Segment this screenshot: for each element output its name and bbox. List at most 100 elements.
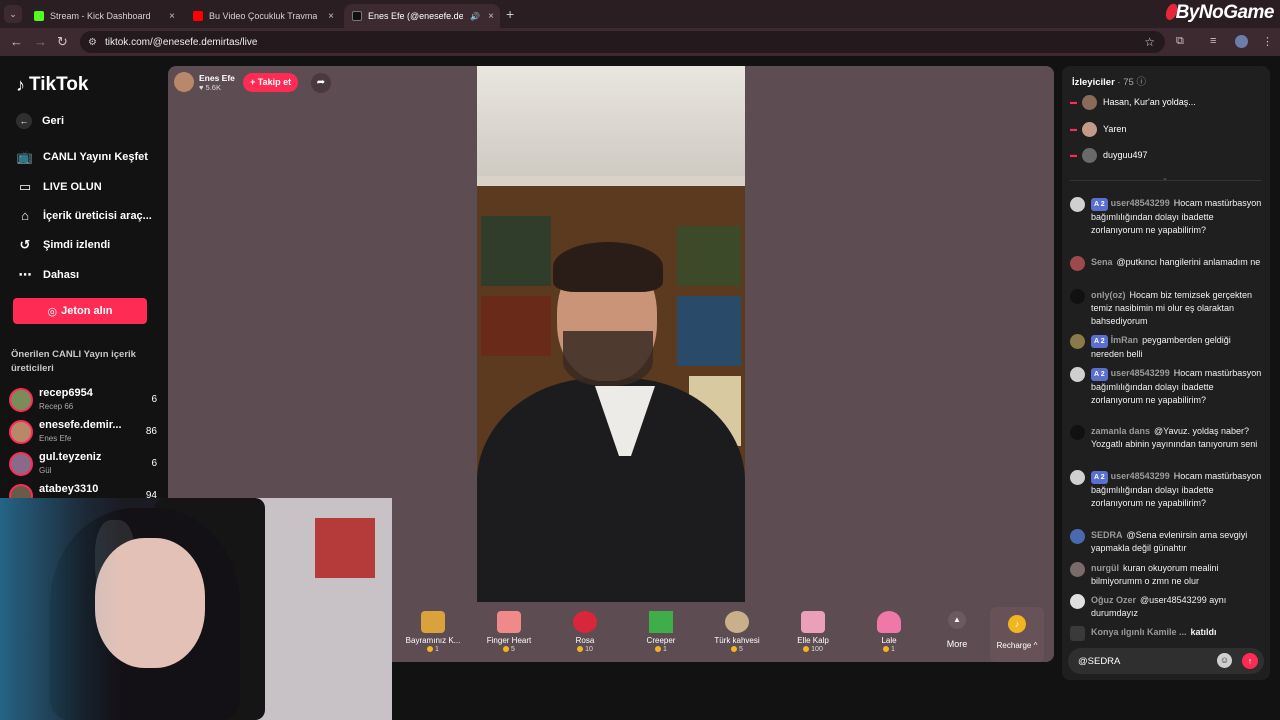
avatar[interactable]	[1070, 425, 1085, 440]
gift-elle-kalp[interactable]: Elle Kalp 100	[778, 611, 848, 659]
browser-tab-youtube[interactable]: Bu Video Çocukluk Travmamdı ×	[185, 4, 340, 28]
chat-text: @putkıncı hangilerini anlamadım ne	[1116, 257, 1261, 267]
browser-tab-tiktok[interactable]: Enes Efe (@enesefe.demirtas) 🔊 ×	[344, 4, 500, 28]
nav-more[interactable]: ⋯ Dahası	[16, 267, 80, 283]
info-icon[interactable]: ⓘ	[1136, 77, 1146, 88]
address-bar[interactable]: ⚙ tiktok.com/@enesefe.demirtas/live ☆	[80, 31, 1165, 53]
media-control-icon[interactable]: ≡	[1210, 35, 1216, 47]
gift-bayram[interactable]: Bayramınız K... 1	[398, 611, 468, 659]
avatar[interactable]	[1070, 334, 1085, 349]
nav-label: Dahası	[43, 269, 80, 281]
profile-avatar[interactable]	[1235, 35, 1248, 48]
tab-close-icon[interactable]: ×	[488, 11, 494, 22]
coin-icon: ◎	[47, 305, 58, 318]
chat-username[interactable]: Sena	[1091, 257, 1113, 267]
live-video[interactable]	[477, 66, 745, 602]
host-name: Enes Efe	[199, 72, 235, 83]
host-avatar[interactable]	[174, 72, 194, 92]
tab-audio-icon[interactable]: 🔊	[470, 12, 480, 21]
chat-username[interactable]: Konya ılgınlı Kamile ...	[1091, 627, 1187, 637]
avatar[interactable]	[1070, 529, 1085, 544]
avatar[interactable]	[1070, 470, 1085, 485]
creator-item[interactable]: recep6954 Recep 66 6	[9, 386, 159, 414]
avatar	[1082, 147, 1097, 163]
more-gifts-button[interactable]: ▲ More	[942, 611, 972, 649]
chat-message: A 2 user48543299 Hocam mastürbasyon bağıml…	[1070, 470, 1266, 510]
gift-rosa[interactable]: Rosa 10	[550, 611, 620, 659]
avatar[interactable]	[1070, 562, 1085, 577]
chat-username[interactable]: Oğuz Ozer	[1091, 595, 1136, 605]
chat-username[interactable]: user48543299	[1111, 198, 1170, 208]
tab-search-icon[interactable]: ⌄	[4, 5, 22, 23]
avatar[interactable]	[1070, 367, 1085, 382]
browser-tab-kick[interactable]: Stream - Kick Dashboard ×	[26, 4, 181, 28]
back-arrow-icon[interactable]: ←	[10, 34, 23, 49]
new-tab-button[interactable]: +	[506, 6, 514, 22]
bookmark-star-icon[interactable]: ☆	[1144, 35, 1155, 49]
nav-label: CANLI Yayını Keşfet	[43, 151, 148, 163]
creator-item[interactable]: enesefe.demir... Enes Efe 86	[9, 418, 159, 446]
nav-explore-live[interactable]: 📺 CANLI Yayını Keşfet	[16, 149, 148, 165]
gift-creeper[interactable]: Creeper 1	[626, 611, 696, 659]
camera-icon: ▭	[18, 179, 32, 194]
gift-finger-heart[interactable]: Finger Heart 5	[474, 611, 544, 659]
streamer-webcam-overlay	[0, 498, 392, 720]
chat-username[interactable]: user48543299	[1111, 368, 1170, 378]
gift-lale[interactable]: Lale 1	[854, 611, 924, 659]
extensions-icon[interactable]: ⧉	[1176, 35, 1184, 48]
chat-username[interactable]: nurgül	[1091, 563, 1119, 573]
bynogame-logo: ⬮ByNoGame	[1164, 2, 1274, 23]
video-ceiling	[477, 66, 745, 176]
viewer-count: 6	[151, 458, 157, 469]
hand-heart-icon	[801, 611, 825, 633]
tiktok-logo[interactable]: ♪ TikTok	[16, 74, 88, 96]
tab-close-icon[interactable]: ×	[169, 11, 175, 22]
gift-turk-kahvesi[interactable]: Türk kahvesi 5	[702, 611, 772, 659]
rank-icon: ▬	[1070, 125, 1077, 133]
viewer-item[interactable]: ▬ duyguu497	[1070, 146, 1148, 164]
gift-price: 5	[739, 646, 743, 653]
creator-name: recep6954	[39, 387, 93, 399]
avatar[interactable]	[1070, 594, 1085, 609]
chat-username[interactable]: SEDRA	[1091, 530, 1123, 540]
nav-go-live[interactable]: ▭ LIVE OLUN	[16, 179, 102, 195]
viewer-item[interactable]: ▬ Yaren	[1070, 120, 1126, 138]
creator-nickname: Gül	[39, 466, 52, 475]
gift-name: Bayramınız K...	[405, 636, 461, 645]
follow-button[interactable]: + Takip et	[243, 73, 299, 92]
join-icon	[1070, 626, 1085, 641]
avatar[interactable]	[1070, 289, 1085, 304]
nav-creator-tools[interactable]: ⌂ İçerik üreticisi araç...	[16, 208, 152, 223]
gift-name: Creeper	[646, 636, 676, 645]
avatar[interactable]	[1070, 197, 1085, 212]
chat-input[interactable]	[1078, 654, 1218, 668]
back-link[interactable]: ← Geri	[16, 113, 64, 129]
tab-close-icon[interactable]: ×	[328, 11, 334, 22]
chat-text: katıldı	[1190, 627, 1217, 637]
creator-name: gul.teyzeniz	[39, 451, 102, 463]
avatar[interactable]	[1070, 256, 1085, 271]
forward-arrow-icon[interactable]: →	[34, 34, 47, 49]
gift-name: Lale	[881, 636, 897, 645]
send-icon[interactable]: ↑	[1242, 653, 1258, 669]
chat-username[interactable]: user48543299	[1111, 471, 1170, 481]
share-icon[interactable]: ➦	[311, 73, 331, 93]
host-info[interactable]: Enes Efe ♥ 5.6K	[174, 72, 235, 92]
nav-watch-history[interactable]: ↺ Şimdi izlendi	[16, 237, 111, 253]
browser-menu-icon[interactable]: ⋮	[1262, 35, 1273, 48]
finger-heart-icon	[497, 611, 521, 633]
chat-username[interactable]: zamanla dans	[1091, 426, 1150, 436]
site-info-icon[interactable]: ⚙	[88, 37, 97, 48]
chat-message: only(oz) Hocam biz temizsek gerçekten tem…	[1070, 289, 1266, 328]
reload-icon[interactable]: ↻	[57, 34, 68, 50]
viewers-header: İzleyiciler · 75 ⓘ	[1072, 74, 1146, 88]
chat-username[interactable]: İmRan	[1111, 335, 1139, 345]
chat-username[interactable]: only(oz)	[1091, 290, 1126, 300]
recharge-button[interactable]: ♪ Recharge ^	[990, 607, 1044, 662]
avatar	[1082, 121, 1097, 137]
creator-item[interactable]: gul.teyzeniz Gül 6	[9, 450, 159, 478]
emoji-icon[interactable]: ☺	[1217, 653, 1232, 668]
chat-input-box[interactable]: ☺ ↑	[1068, 648, 1264, 674]
viewer-item[interactable]: ▬ Hasan, Kur'an yoldaş...	[1070, 93, 1196, 111]
get-coins-button[interactable]: ◎ Jeton alın	[13, 298, 147, 324]
